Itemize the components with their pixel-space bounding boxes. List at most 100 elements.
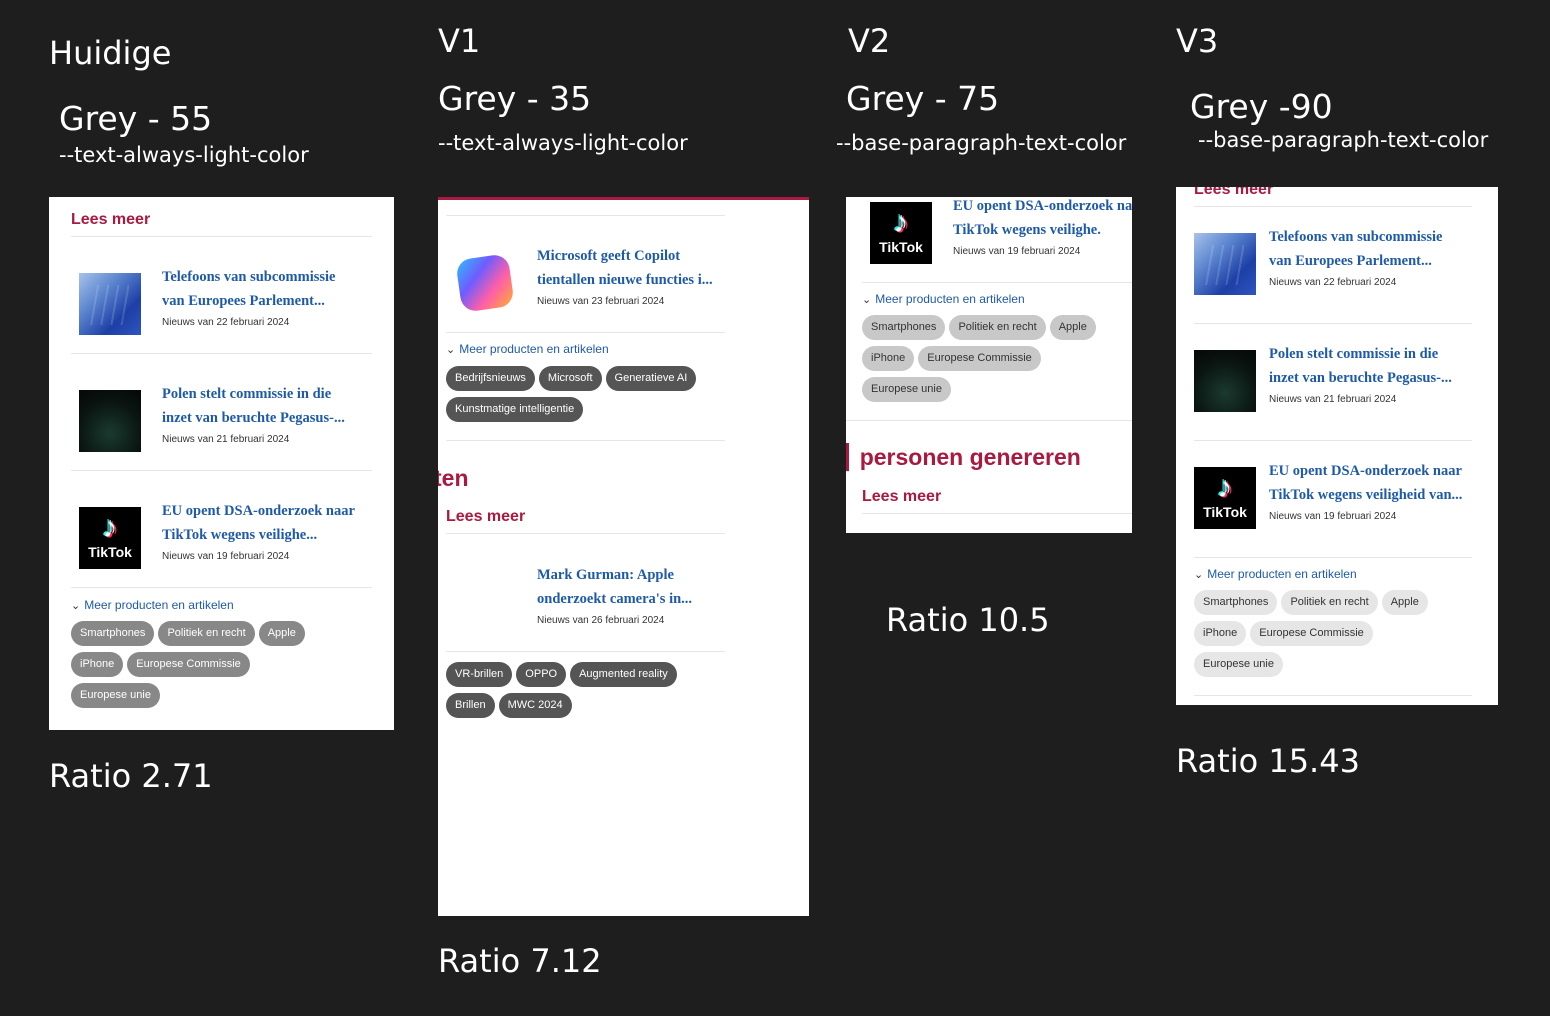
list-item[interactable]: Polen stelt commissie in die inzet van b… bbox=[71, 386, 372, 507]
contrast-ratio-label: Ratio 7.12 bbox=[438, 942, 602, 980]
apple-logo-icon bbox=[454, 571, 516, 633]
tiktok-logo-image: ♪ TikTok bbox=[79, 507, 141, 569]
grey-level-label: Grey - 75 bbox=[846, 79, 1000, 118]
article-date: Nieuws van 26 februari 2024 bbox=[537, 615, 665, 626]
article-title[interactable]: Telefoons van subcommissie van Europees … bbox=[1269, 225, 1465, 273]
article-date: Nieuws van 21 februari 2024 bbox=[162, 434, 290, 445]
keyboard-image bbox=[79, 390, 141, 452]
lees-meer-heading[interactable]: Lees meer bbox=[71, 211, 150, 229]
contrast-ratio-label: Ratio 15.43 bbox=[1176, 742, 1360, 780]
divider bbox=[1194, 440, 1472, 441]
article-date: Nieuws van 19 februari 2024 bbox=[953, 246, 1081, 257]
divider bbox=[862, 513, 1132, 514]
tag[interactable]: iPhone bbox=[1194, 621, 1247, 646]
column-heading-v3: V3 bbox=[1176, 22, 1219, 60]
article-title[interactable]: Mark Gurman: Apple onderzoekt camera's i… bbox=[537, 563, 733, 611]
chevron-down-icon: ⌄ bbox=[71, 600, 81, 612]
chevron-down-icon: ⌄ bbox=[862, 294, 872, 306]
css-variable-label: --base-paragraph-text-color bbox=[1198, 128, 1489, 152]
contrast-ratio-label: Ratio 2.71 bbox=[49, 757, 213, 795]
tag[interactable]: Apple bbox=[1049, 315, 1096, 340]
list-item[interactable]: Telefoons van subcommissie van Europees … bbox=[1194, 229, 1472, 350]
tag[interactable]: Brillen bbox=[446, 693, 495, 718]
article-title[interactable]: EU opent DSA-onderzoek naar TikTok wegen… bbox=[162, 499, 358, 547]
more-products-toggle[interactable]: ⌄ Meer producten en artikelen bbox=[71, 598, 234, 612]
column-heading-v2: V2 bbox=[848, 22, 891, 60]
tag[interactable]: iPhone bbox=[71, 652, 124, 677]
tag[interactable]: Politiek en recht bbox=[158, 621, 255, 646]
css-variable-label: --text-always-light-color bbox=[59, 143, 309, 167]
tag-list: Smartphones Politiek en recht Apple iPhone… bbox=[1194, 590, 1484, 683]
divider bbox=[446, 533, 725, 534]
column-heading-huidige: Huidige bbox=[49, 34, 172, 72]
tag[interactable]: Politiek en recht bbox=[949, 315, 1046, 340]
tag[interactable]: Smartphones bbox=[71, 621, 155, 646]
tiktok-logo-image: ♪ TikTok bbox=[1194, 467, 1256, 529]
tag[interactable]: Apple bbox=[1381, 590, 1428, 615]
tag[interactable]: OPPO bbox=[516, 662, 567, 687]
divider bbox=[71, 236, 372, 237]
divider bbox=[1194, 323, 1472, 324]
tag[interactable]: iPhone bbox=[862, 346, 915, 371]
tag[interactable]: Europese Commissie bbox=[918, 346, 1041, 371]
tag[interactable]: Europese unie bbox=[71, 683, 160, 708]
tag[interactable]: Smartphones bbox=[862, 315, 946, 340]
tag-list: Smartphones Politiek en recht Apple iPhone… bbox=[862, 315, 1132, 408]
tag-list: VR-brillen OPPO Augmented reality Brillen M… bbox=[446, 662, 746, 724]
lees-meer-heading[interactable]: Lees meer bbox=[862, 488, 941, 506]
divider bbox=[1194, 695, 1472, 696]
tag[interactable]: Smartphones bbox=[1194, 590, 1278, 615]
music-note-icon: ♪ bbox=[1217, 471, 1233, 504]
music-note-icon: ♪ bbox=[102, 511, 118, 544]
eu-flags-image bbox=[1194, 233, 1256, 295]
tag[interactable]: Politiek en recht bbox=[1281, 590, 1378, 615]
column-heading-v1: V1 bbox=[438, 22, 481, 60]
keyboard-image bbox=[1194, 350, 1256, 412]
grey-level-label: Grey - 55 bbox=[59, 99, 213, 138]
contrast-ratio-label: Ratio 10.5 bbox=[886, 601, 1050, 639]
article-title[interactable]: EU opent DSA-onderzoek naar TikTok wegen… bbox=[953, 197, 1132, 242]
preview-card-v2: ♪ TikTok EU opent DSA-onderzoek naar TikT… bbox=[846, 197, 1132, 533]
tag[interactable]: Europese unie bbox=[862, 377, 951, 402]
tag[interactable]: Augmented reality bbox=[570, 662, 677, 687]
tag-list: Smartphones Politiek en recht Apple iPhone… bbox=[71, 621, 371, 714]
divider bbox=[1194, 206, 1472, 207]
article-title[interactable]: Polen stelt commissie in die inzet van b… bbox=[1269, 342, 1465, 390]
tag[interactable]: Apple bbox=[258, 621, 305, 646]
article-title[interactable]: EU opent DSA-onderzoek naar TikTok wegen… bbox=[1269, 459, 1465, 507]
preview-card-huidige: Lees meer Telefoons van subcommissie van… bbox=[49, 197, 394, 730]
tag[interactable]: MWC 2024 bbox=[498, 693, 572, 718]
lees-meer-heading[interactable]: Lees meer bbox=[1194, 187, 1273, 199]
tag[interactable]: VR-brillen bbox=[446, 662, 513, 687]
divider bbox=[71, 587, 372, 588]
grey-level-label: Grey -90 bbox=[1190, 87, 1333, 126]
list-item[interactable]: Telefoons van subcommissie van Europees … bbox=[71, 269, 372, 390]
divider bbox=[1194, 557, 1472, 558]
preview-card-v3: Lees meer Telefoons van subcommissie van… bbox=[1176, 187, 1498, 705]
more-products-toggle[interactable]: ⌄ Meer producten en artikelen bbox=[862, 292, 1025, 306]
css-variable-label: --text-always-light-color bbox=[438, 131, 688, 155]
tag[interactable]: Europese unie bbox=[1194, 652, 1283, 677]
article-title[interactable]: Telefoons van subcommissie van Europees … bbox=[162, 265, 358, 313]
article-date: Nieuws van 22 februari 2024 bbox=[162, 317, 290, 328]
lees-meer-heading[interactable]: Lees meer bbox=[446, 508, 525, 526]
divider bbox=[862, 282, 1132, 283]
divider bbox=[71, 353, 372, 354]
section-heading-fragment[interactable]: ▍personen genereren bbox=[846, 444, 1081, 471]
tag[interactable]: Europese Commissie bbox=[1250, 621, 1373, 646]
article-title[interactable]: Polen stelt commissie in die inzet van b… bbox=[162, 382, 358, 430]
article-date: Nieuws van 19 februari 2024 bbox=[162, 551, 290, 562]
preview-card-v1: Microsoft geeft Copilot tientallen nieuw… bbox=[438, 197, 809, 916]
article-date: Nieuws van 19 februari 2024 bbox=[1269, 511, 1397, 522]
divider bbox=[446, 651, 725, 652]
tiktok-logo-image: ♪ TikTok bbox=[870, 202, 932, 264]
divider bbox=[846, 420, 1132, 421]
article-date: Nieuws van 22 februari 2024 bbox=[1269, 277, 1397, 288]
css-variable-label: --base-paragraph-text-color bbox=[836, 131, 1127, 155]
grey-level-label: Grey - 35 bbox=[438, 79, 592, 118]
divider bbox=[71, 470, 372, 471]
list-item[interactable]: Polen stelt commissie in die inzet van b… bbox=[1194, 346, 1472, 467]
music-note-icon: ♪ bbox=[893, 206, 909, 239]
tag[interactable]: Europese Commissie bbox=[127, 652, 250, 677]
more-products-toggle[interactable]: ⌄ Meer producten en artikelen bbox=[1194, 567, 1357, 581]
